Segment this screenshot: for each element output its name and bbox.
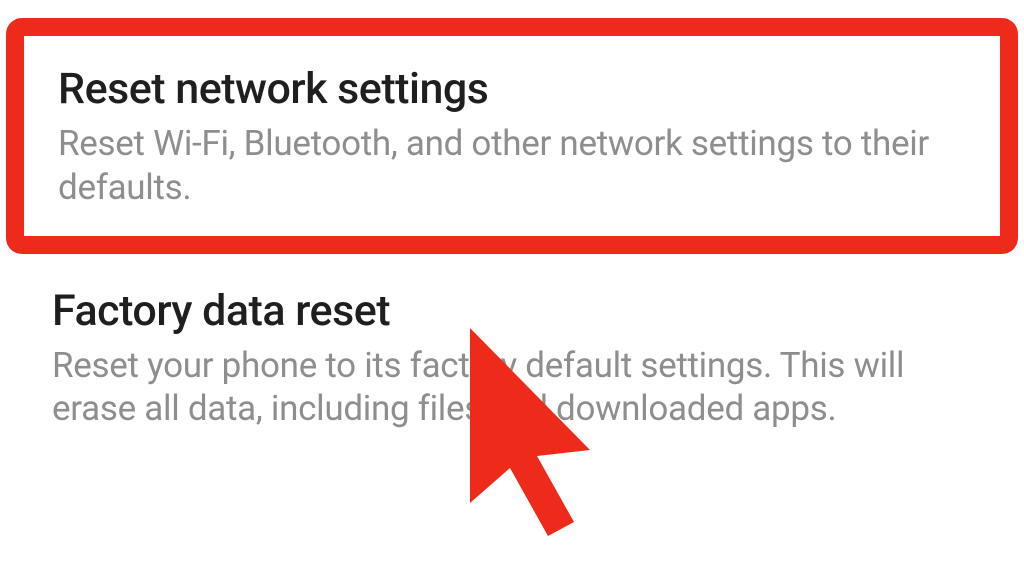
factory-data-reset-item[interactable]: Factory data reset Reset your phone to i…	[0, 264, 1024, 460]
factory-reset-title: Factory data reset	[52, 286, 972, 336]
reset-network-description: Reset Wi-Fi, Bluetooth, and other networ…	[58, 122, 966, 210]
reset-network-title: Reset network settings	[58, 64, 966, 114]
factory-reset-description: Reset your phone to its factory default …	[52, 344, 972, 432]
reset-network-settings-item[interactable]: Reset network settings Reset Wi-Fi, Blue…	[6, 18, 1018, 254]
